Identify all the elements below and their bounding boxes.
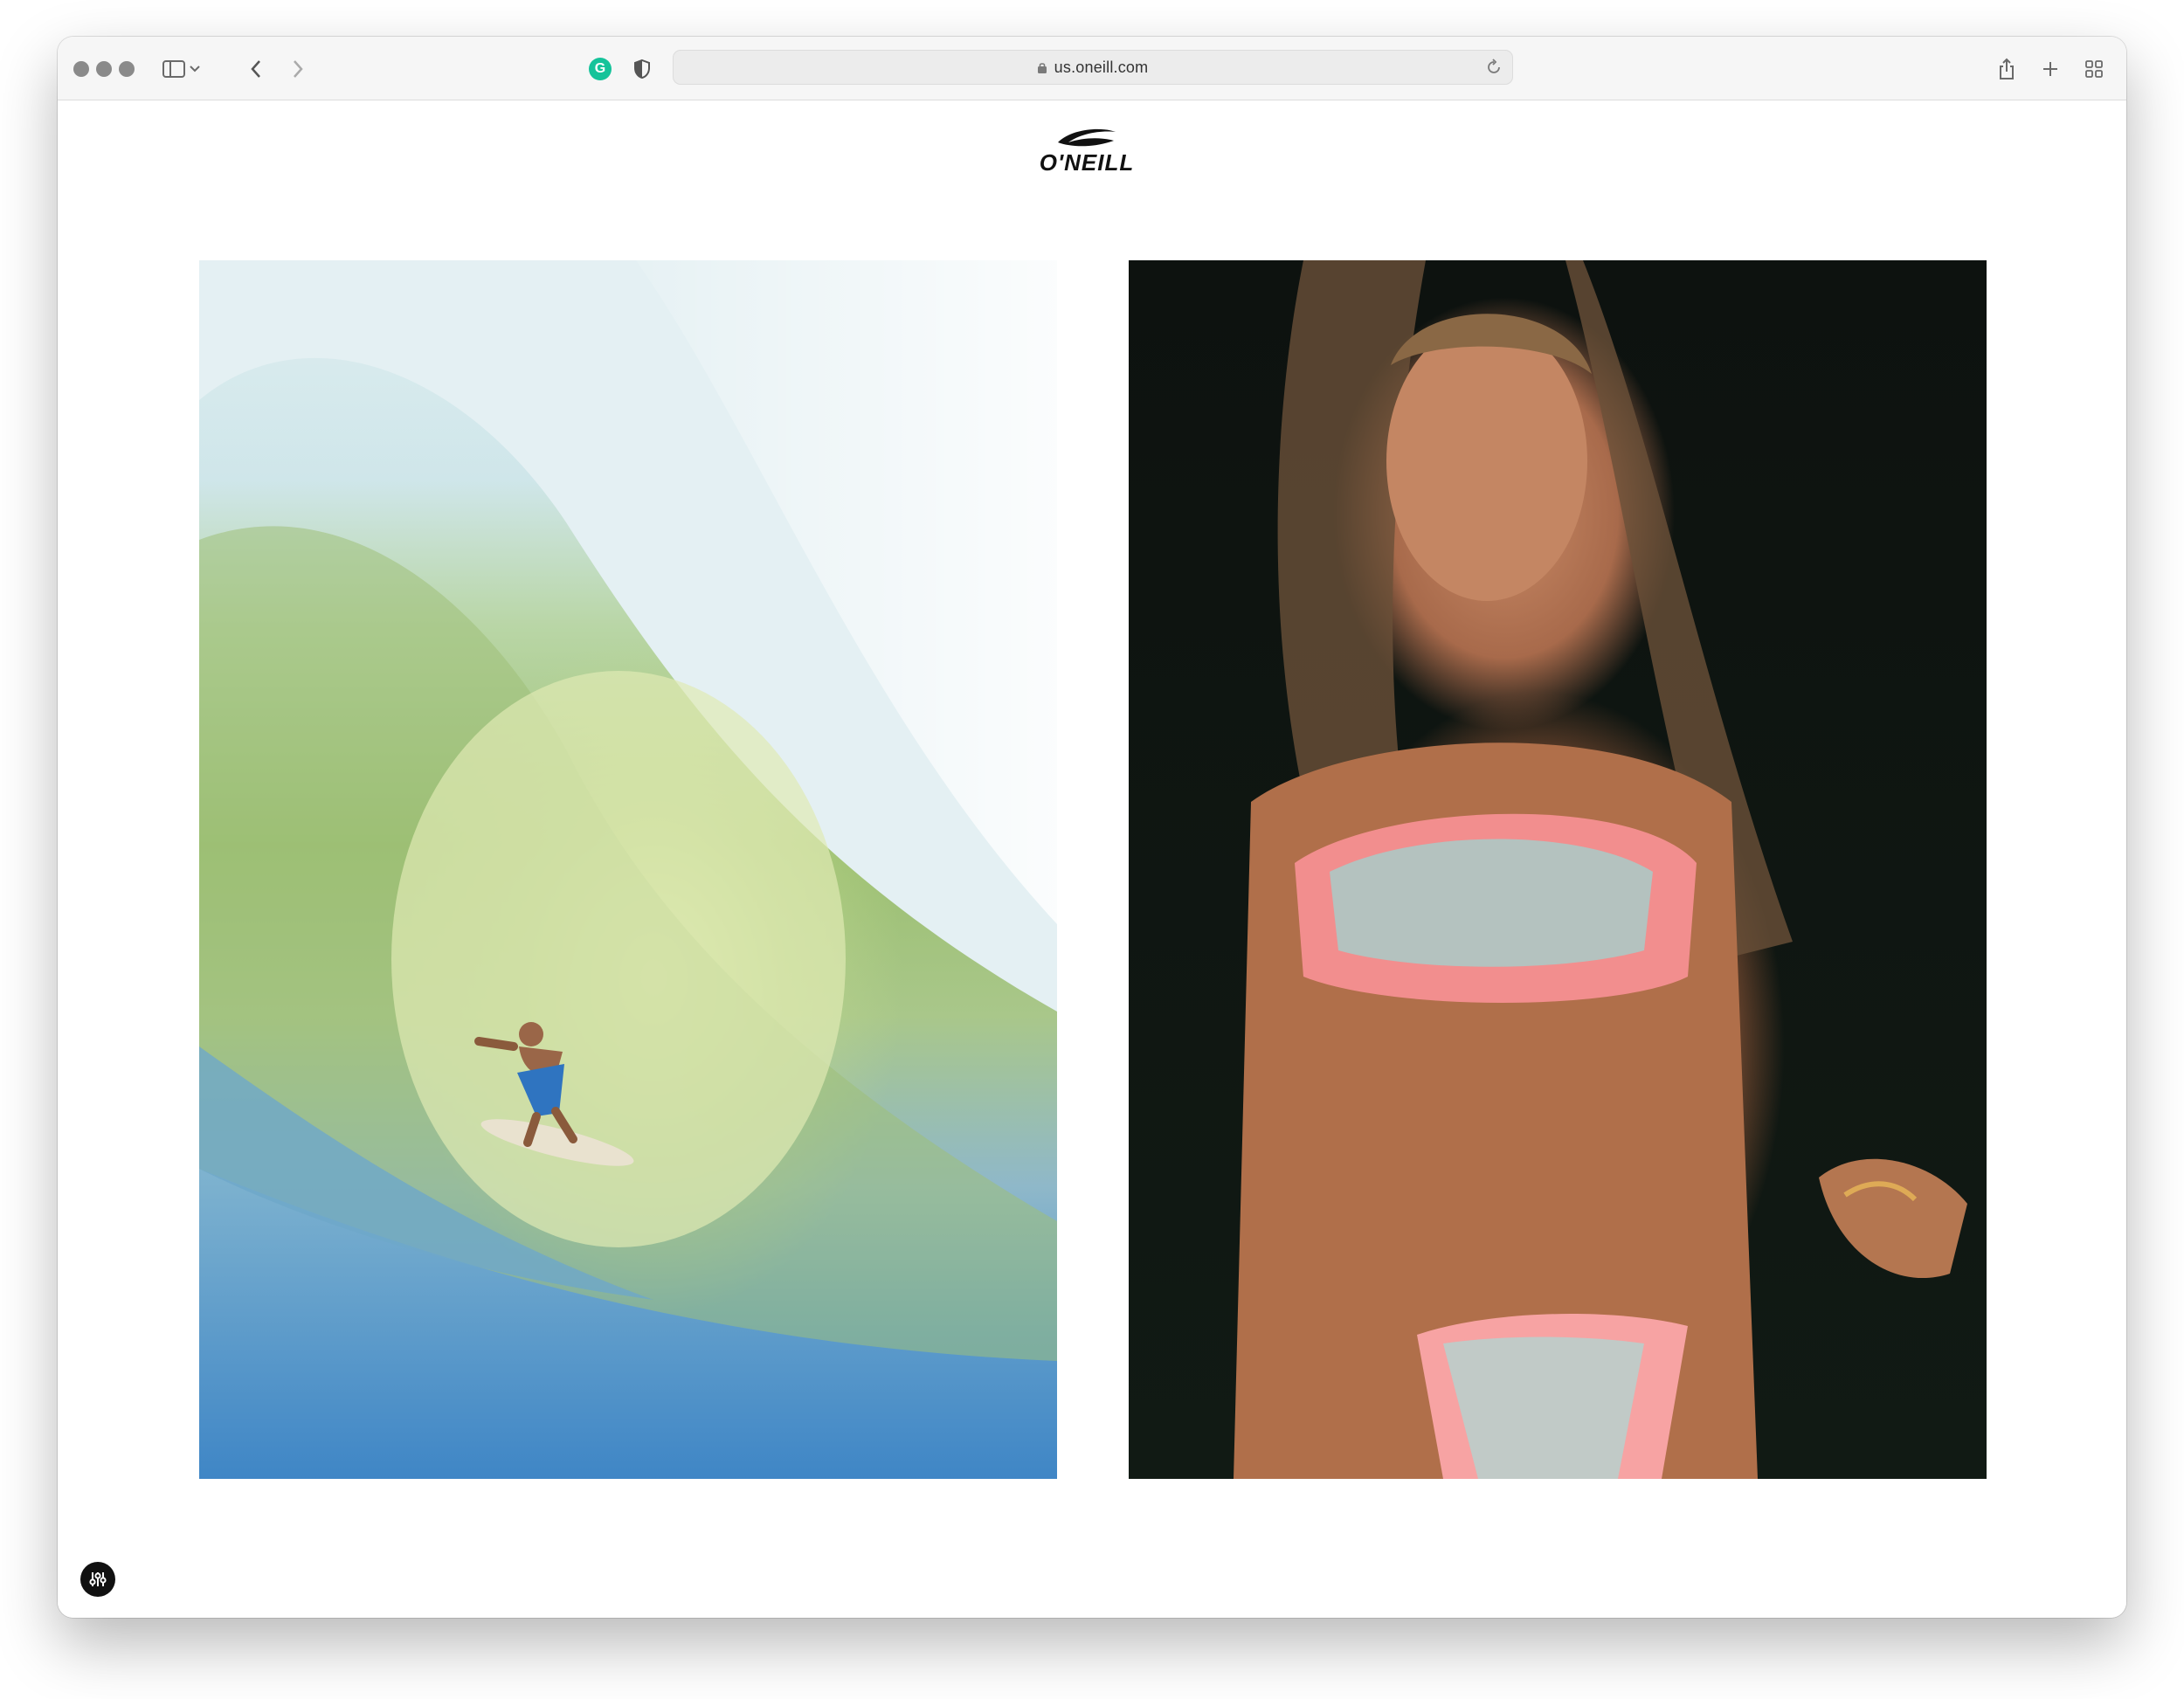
model-in-floral-bikini-image bbox=[1234, 260, 1967, 1479]
settings-sliders-icon bbox=[89, 1572, 107, 1586]
grammarly-icon[interactable]: G bbox=[589, 58, 612, 80]
browser-toolbar: G us.oneill.com bbox=[58, 37, 2126, 100]
sidebar-icon[interactable] bbox=[161, 56, 187, 82]
page-content: O'NEILL bbox=[58, 100, 2126, 1618]
wave-icon bbox=[1058, 128, 1116, 147]
plus-icon[interactable] bbox=[2037, 56, 2063, 82]
shield-icon[interactable] bbox=[629, 56, 655, 82]
reload-icon[interactable] bbox=[1484, 58, 1503, 77]
zoom-window-button[interactable] bbox=[119, 61, 135, 77]
tab-overview-icon[interactable] bbox=[2081, 56, 2107, 82]
forward-icon[interactable] bbox=[285, 56, 311, 82]
minimize-window-button[interactable] bbox=[96, 61, 112, 77]
brand-name: O'NEILL bbox=[1039, 149, 1135, 176]
back-icon[interactable] bbox=[243, 56, 269, 82]
model-photo[interactable] bbox=[1129, 260, 1987, 1479]
browser-window: G us.oneill.com O'NEILL bbox=[58, 37, 2126, 1618]
close-window-button[interactable] bbox=[73, 61, 89, 77]
address-bar[interactable]: us.oneill.com bbox=[673, 50, 1513, 85]
chevron-down-icon[interactable] bbox=[189, 56, 201, 82]
lock-icon bbox=[1037, 62, 1047, 73]
settings-sliders-button[interactable] bbox=[80, 1562, 115, 1597]
brand-logo[interactable]: O'NEILL bbox=[1030, 125, 1144, 177]
grammarly-letter: G bbox=[594, 61, 606, 76]
surfer-photo[interactable] bbox=[199, 260, 1057, 1479]
surfer-in-barrel-wave-image bbox=[199, 260, 1057, 1479]
share-icon[interactable] bbox=[1994, 56, 2020, 82]
url-text: us.oneill.com bbox=[1054, 58, 1149, 76]
